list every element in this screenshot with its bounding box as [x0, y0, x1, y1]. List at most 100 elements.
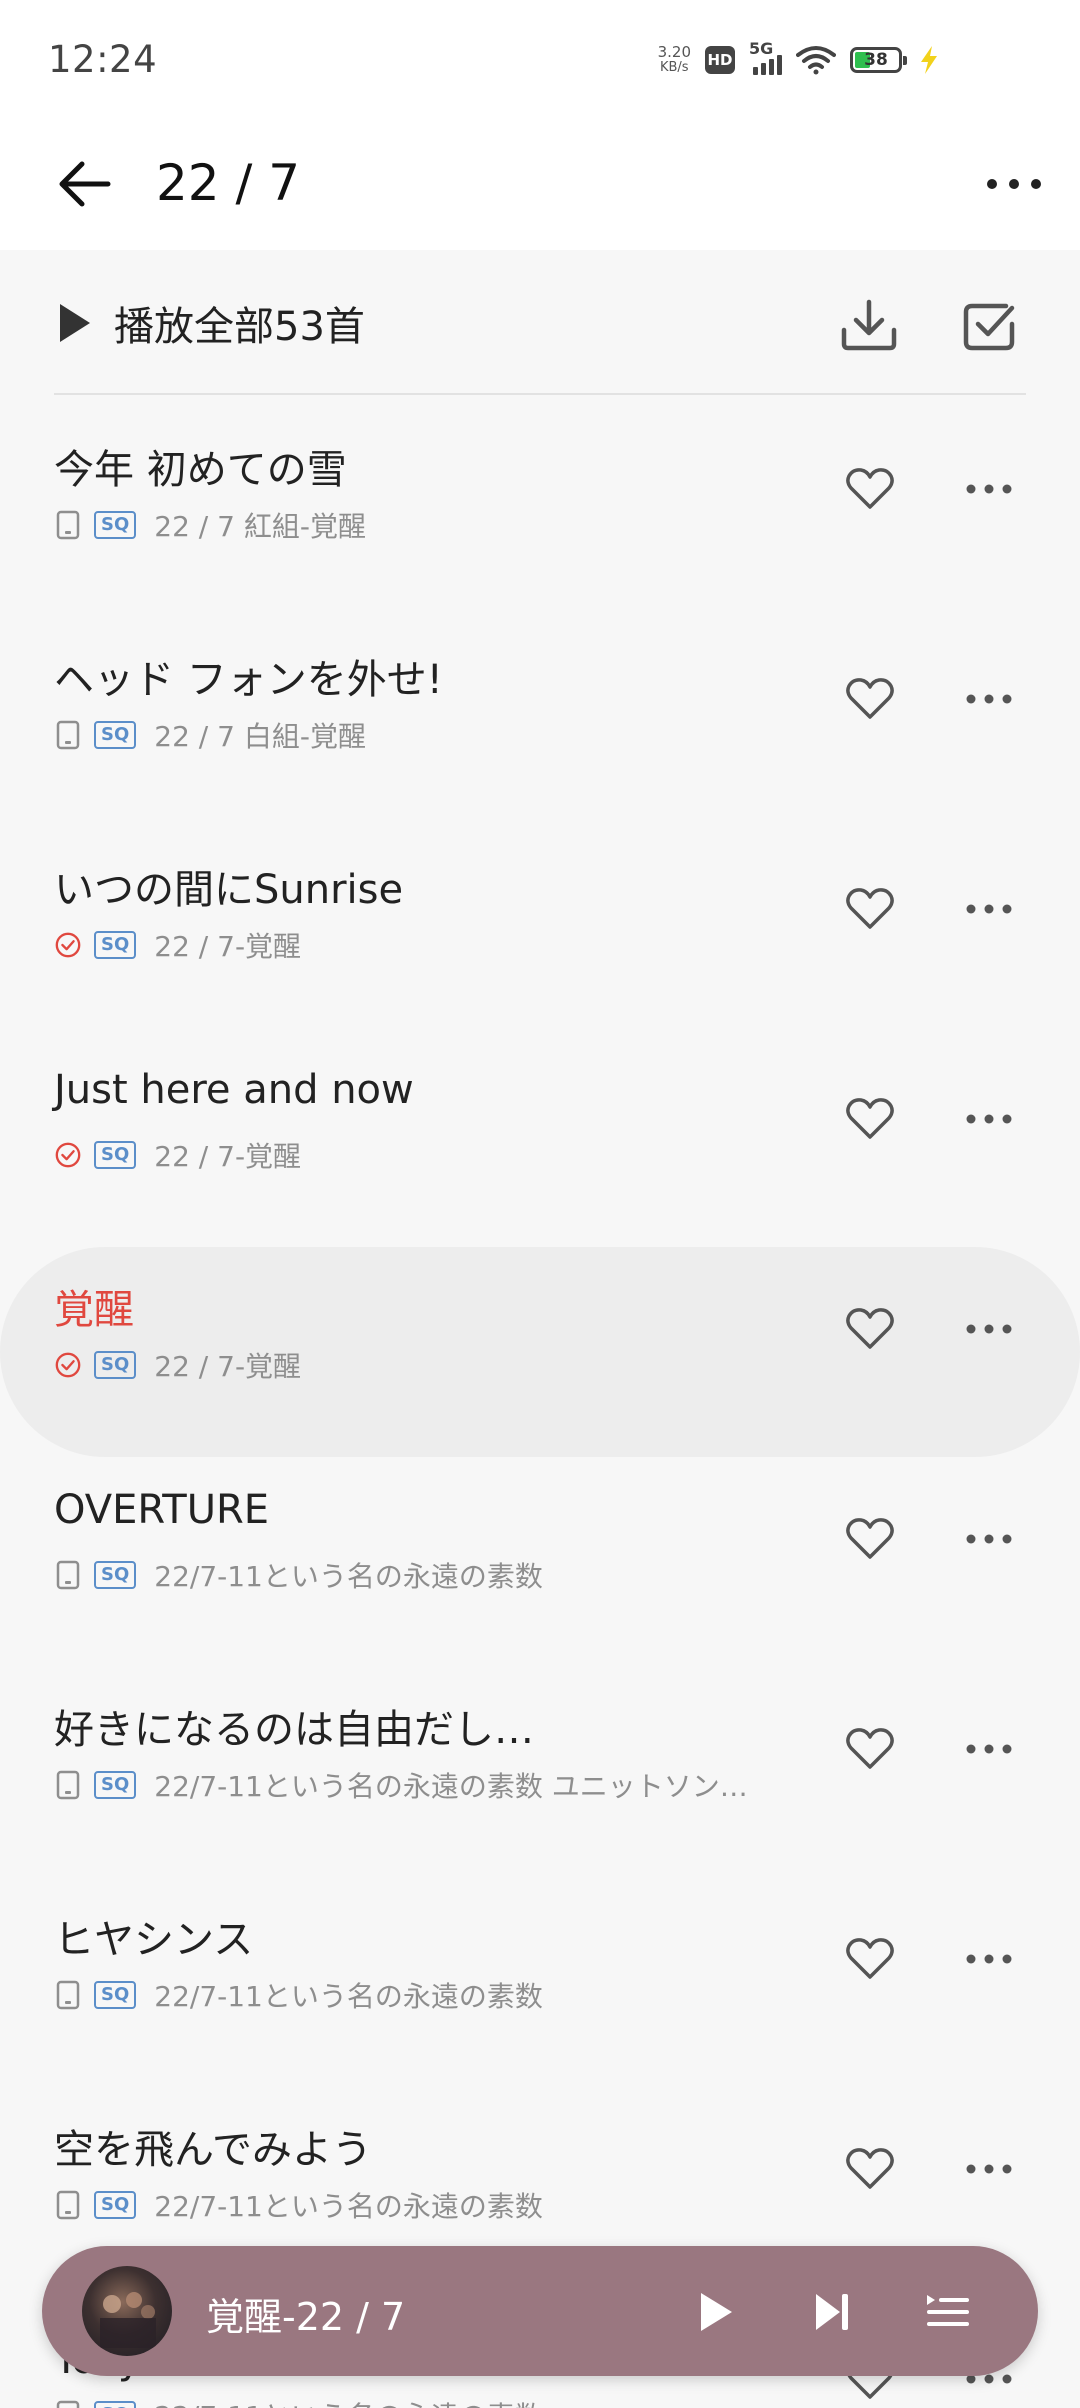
heart-icon: [846, 1308, 894, 1349]
heart-icon: [846, 1098, 894, 1139]
playlist-icon: [927, 2295, 969, 2326]
charging-icon: [921, 46, 937, 74]
status-time: 12:24: [48, 38, 158, 81]
like-button[interactable]: [836, 457, 904, 521]
network-speed: 3.20 KB/s: [658, 44, 691, 76]
song-more-button[interactable]: [955, 1927, 1023, 1991]
song-meta: SQ 22/7-11という名の永遠の素数: [54, 1557, 543, 1593]
more-horizontal-icon: [966, 2164, 1012, 2174]
like-button[interactable]: [836, 667, 904, 731]
more-horizontal-icon: [987, 179, 1041, 189]
song-artist-album: 22/7-11という名の永遠の素数 ユニットソン…: [154, 1770, 748, 1803]
song-list: 今年 初めての雪 SQ 22 / 7 紅組-覚醒 ヘッド フォンを外せ! SQ 22 / …: [0, 395, 1080, 2408]
more-options-button[interactable]: [978, 148, 1050, 220]
song-source-indicator: [54, 930, 82, 960]
song-meta: SQ 22 / 7 白組-覚醒: [54, 717, 366, 753]
album-cover[interactable]: [82, 2266, 172, 2356]
play-all-bar: 播放全部53首: [0, 250, 1080, 395]
play-icon: [60, 304, 90, 342]
quality-badge: SQ: [94, 2191, 137, 2219]
back-button[interactable]: [48, 148, 120, 220]
song-meta: SQ 22 / 7-覚醒: [54, 1347, 301, 1383]
cellular-signal-icon: 5G: [749, 39, 782, 75]
battery-level: 38: [864, 50, 888, 70]
heart-icon: [846, 888, 894, 929]
like-button[interactable]: [836, 1507, 904, 1571]
now-playing-title[interactable]: 覚醒-22 / 7: [206, 2286, 405, 2341]
play-button[interactable]: [682, 2278, 750, 2346]
quality-badge: SQ: [94, 721, 137, 749]
status-bar: 12:24 3.20 KB/s HD 5G 38: [0, 0, 1080, 118]
local-file-icon: [56, 510, 80, 540]
like-button[interactable]: [836, 1087, 904, 1151]
song-artist-album: 22/7-11という名の永遠の素数: [154, 1980, 543, 2013]
song-artist-album: 22 / 7 紅組-覚醒: [154, 510, 366, 543]
quality-badge: SQ: [94, 2401, 137, 2408]
song-meta: SQ 22/7-11という名の永遠の素数 ユニットソン…: [54, 1767, 748, 1803]
song-row[interactable]: OVERTURE SQ 22/7-11という名の永遠の素数: [0, 1445, 1080, 1655]
quality-badge: SQ: [94, 1981, 137, 2009]
more-horizontal-icon: [966, 1954, 1012, 1964]
downloaded-icon: [55, 1352, 81, 1378]
song-more-button[interactable]: [955, 457, 1023, 521]
song-row[interactable]: ヒヤシンス SQ 22/7-11という名の永遠の素数: [0, 1865, 1080, 2075]
local-file-icon: [56, 1980, 80, 2010]
play-all-button[interactable]: 播放全部53首: [54, 288, 365, 358]
status-icons: 3.20 KB/s HD 5G 38: [658, 39, 940, 80]
more-horizontal-icon: [966, 484, 1012, 494]
song-source-indicator: [54, 510, 82, 540]
like-button[interactable]: [836, 1717, 904, 1781]
song-more-button[interactable]: [955, 1087, 1023, 1151]
song-row[interactable]: ヘッド フォンを外せ! SQ 22 / 7 白組-覚醒: [0, 605, 1080, 815]
song-source-indicator: [54, 1350, 82, 1380]
song-more-button[interactable]: [955, 1507, 1023, 1571]
local-file-icon: [56, 1560, 80, 1590]
song-title: ヒヤシンス: [54, 1917, 254, 1963]
downloaded-icon: [55, 1142, 81, 1168]
song-title: ヘッド フォンを外せ!: [54, 657, 443, 703]
skip-next-icon: [816, 2294, 848, 2330]
heart-icon: [846, 1728, 894, 1769]
song-row[interactable]: 好きになるのは自由だし… SQ 22/7-11という名の永遠の素数 ユニットソン…: [0, 1655, 1080, 1865]
song-meta: SQ 22/7-11という名の永遠の素数: [54, 2187, 543, 2223]
heart-icon: [846, 468, 894, 509]
song-artist-album: 22/7-11という名の永遠の素数: [154, 2395, 543, 2408]
heart-icon: [846, 2148, 894, 2189]
song-artist-album: 22 / 7-覚醒: [154, 1140, 302, 1173]
quality-badge: SQ: [94, 1141, 137, 1169]
local-file-icon: [56, 2400, 80, 2408]
mini-player[interactable]: 覚醒-22 / 7: [42, 2246, 1038, 2376]
song-more-button[interactable]: [955, 667, 1023, 731]
song-row[interactable]: 今年 初めての雪 SQ 22 / 7 紅組-覚醒: [0, 395, 1080, 605]
song-meta: SQ 22/7-11という名の永遠の素数: [54, 1977, 543, 2013]
like-button[interactable]: [836, 1927, 904, 1991]
like-button[interactable]: [836, 1297, 904, 1361]
song-artist-album: 22/7-11という名の永遠の素数: [154, 2190, 543, 2223]
playlist-button[interactable]: [914, 2278, 982, 2346]
song-artist-album: 22/7-11という名の永遠の素数: [154, 1560, 543, 1593]
song-more-button[interactable]: [955, 1297, 1023, 1361]
downloaded-icon: [55, 932, 81, 958]
song-source-indicator: [54, 1560, 82, 1590]
song-source-indicator: [54, 2400, 82, 2408]
song-meta: SQ 22 / 7-覚醒: [54, 927, 301, 963]
multi-select-button[interactable]: [950, 286, 1028, 364]
app-root: 12:24 3.20 KB/s HD 5G 38 22 / 7 播放全部53首 …: [0, 0, 1080, 2408]
song-title: OVERTURE: [54, 1487, 270, 1533]
next-track-button[interactable]: [798, 2278, 866, 2346]
song-more-button[interactable]: [955, 2137, 1023, 2201]
song-more-button[interactable]: [955, 1717, 1023, 1781]
song-title: 覚醒: [54, 1287, 134, 1333]
song-row[interactable]: いつの間にSunrise SQ 22 / 7-覚醒: [0, 815, 1080, 1025]
more-horizontal-icon: [966, 1114, 1012, 1124]
quality-badge: SQ: [94, 931, 137, 959]
like-button[interactable]: [836, 877, 904, 941]
song-more-button[interactable]: [955, 877, 1023, 941]
local-file-icon: [56, 1770, 80, 1800]
like-button[interactable]: [836, 2137, 904, 2201]
song-row-now-playing[interactable]: 覚醒 SQ 22 / 7-覚醒: [0, 1235, 1080, 1457]
download-button[interactable]: [830, 286, 908, 364]
page-title: 22 / 7: [156, 154, 301, 212]
song-artist-album: 22 / 7-覚醒: [154, 1350, 302, 1383]
song-row[interactable]: Just here and now SQ 22 / 7-覚醒: [0, 1025, 1080, 1235]
